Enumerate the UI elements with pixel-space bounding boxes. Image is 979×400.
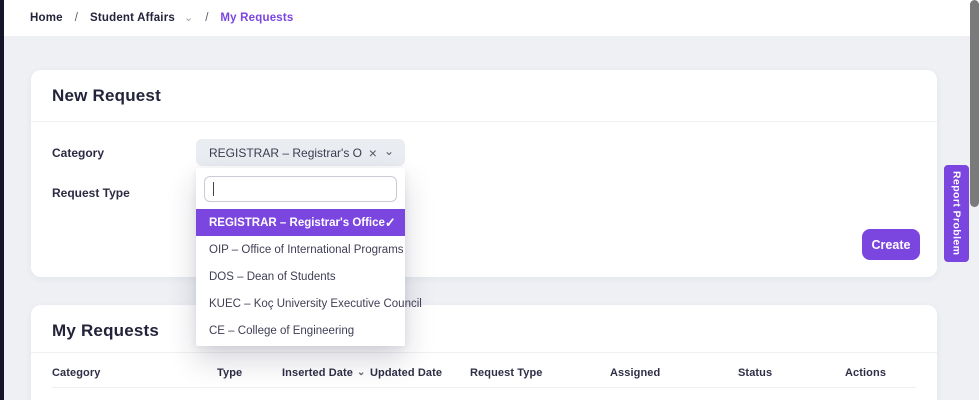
clear-icon[interactable]: ×: [362, 146, 384, 160]
create-button[interactable]: Create: [862, 229, 920, 260]
breadcrumb-separator: /: [75, 12, 78, 24]
category-dropdown: REGISTRAR – Registrar's Office ✓ OIP – O…: [196, 168, 405, 346]
chevron-down-icon[interactable]: ⌄: [384, 145, 405, 157]
column-header-category[interactable]: Category: [52, 367, 100, 379]
report-problem-tab[interactable]: Report Problem: [944, 165, 969, 262]
column-header-inserted-date[interactable]: Inserted Date ⌄: [282, 367, 365, 379]
chevron-down-icon[interactable]: ⌄: [184, 11, 193, 24]
breadcrumb-student-affairs[interactable]: Student Affairs: [90, 12, 175, 24]
column-header-updated-date[interactable]: Updated Date: [370, 367, 442, 379]
table-header-row: Category Type Inserted Date ⌄ Updated Dat…: [31, 361, 937, 387]
divider: [31, 121, 937, 122]
breadcrumb-home[interactable]: Home: [30, 12, 63, 24]
breadcrumb: Home / Student Affairs ⌄ / My Requests: [4, 0, 979, 37]
check-icon: ✓: [385, 215, 396, 231]
column-header-request-type[interactable]: Request Type: [470, 367, 543, 379]
breadcrumb-my-requests[interactable]: My Requests: [220, 12, 293, 24]
dropdown-option-dos[interactable]: DOS – Dean of Students: [196, 263, 405, 290]
report-problem-label: Report Problem: [951, 171, 963, 255]
sort-chevron-icon[interactable]: ⌄: [357, 367, 365, 378]
column-header-label: Inserted Date: [282, 367, 353, 379]
option-label: DOS – Dean of Students: [209, 271, 336, 283]
collapsed-sidebar-edge: [0, 0, 4, 400]
divider: [31, 352, 937, 353]
option-label: OIP – Office of International Programs: [209, 244, 404, 256]
my-requests-card: My Requests Category Type Inserted Date ⌄…: [31, 305, 937, 400]
option-label: REGISTRAR – Registrar's Office: [209, 217, 385, 229]
my-requests-title: My Requests: [52, 321, 159, 341]
category-label: Category: [52, 146, 104, 160]
breadcrumb-separator: /: [205, 12, 208, 24]
dropdown-option-oip[interactable]: OIP – Office of International Programs: [196, 236, 405, 263]
dropdown-search-input[interactable]: [204, 176, 397, 202]
column-header-type[interactable]: Type: [217, 367, 242, 379]
new-request-title: New Request: [52, 86, 161, 106]
option-label: KUEC – Koç University Executive Council: [209, 298, 422, 310]
column-header-actions[interactable]: Actions: [845, 367, 886, 379]
request-type-label: Request Type: [52, 186, 130, 200]
dropdown-option-registrar[interactable]: REGISTRAR – Registrar's Office ✓: [196, 209, 405, 236]
column-header-status[interactable]: Status: [738, 367, 772, 379]
new-request-card: New Request Category REGISTRAR – Registr…: [31, 70, 937, 277]
category-select[interactable]: REGISTRAR – Registrar's Office × ⌄: [196, 139, 405, 166]
column-header-assigned[interactable]: Assigned: [610, 367, 660, 379]
scrollbar-thumb[interactable]: [970, 0, 979, 207]
text-cursor: [213, 182, 214, 196]
category-select-value: REGISTRAR – Registrar's Office: [196, 146, 362, 160]
divider: [52, 387, 916, 388]
dropdown-option-ce[interactable]: CE – College of Engineering: [196, 317, 405, 344]
option-label: CE – College of Engineering: [209, 325, 354, 337]
dropdown-search-wrap: [204, 176, 397, 202]
dropdown-option-kuec[interactable]: KUEC – Koç University Executive Council: [196, 290, 405, 317]
